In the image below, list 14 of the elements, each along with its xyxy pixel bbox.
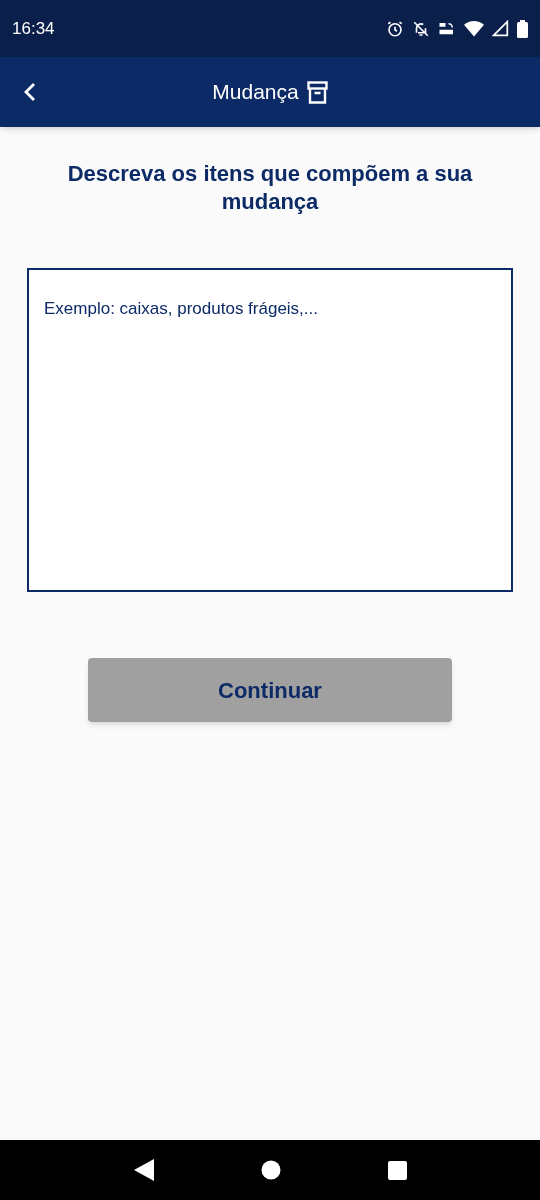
signal-icon bbox=[492, 20, 509, 37]
alarm-icon bbox=[386, 19, 404, 38]
bell-off-icon bbox=[412, 19, 430, 38]
status-time: 16:34 bbox=[12, 17, 55, 40]
heading: Descreva os itens que compõem a sua mudança bbox=[66, 160, 474, 216]
description-field[interactable]: Exemplo: caixas, produtos frágeis,... bbox=[27, 268, 513, 592]
wifi-icon bbox=[464, 19, 484, 38]
back-triangle-icon[interactable] bbox=[133, 1159, 154, 1181]
back-icon bbox=[22, 81, 38, 103]
archive-box-icon bbox=[306, 80, 328, 104]
recents-square-icon[interactable] bbox=[387, 1160, 407, 1180]
home-circle-icon[interactable] bbox=[260, 1160, 281, 1180]
battery-icon bbox=[517, 19, 528, 38]
screen-title: Mudança bbox=[212, 79, 299, 106]
